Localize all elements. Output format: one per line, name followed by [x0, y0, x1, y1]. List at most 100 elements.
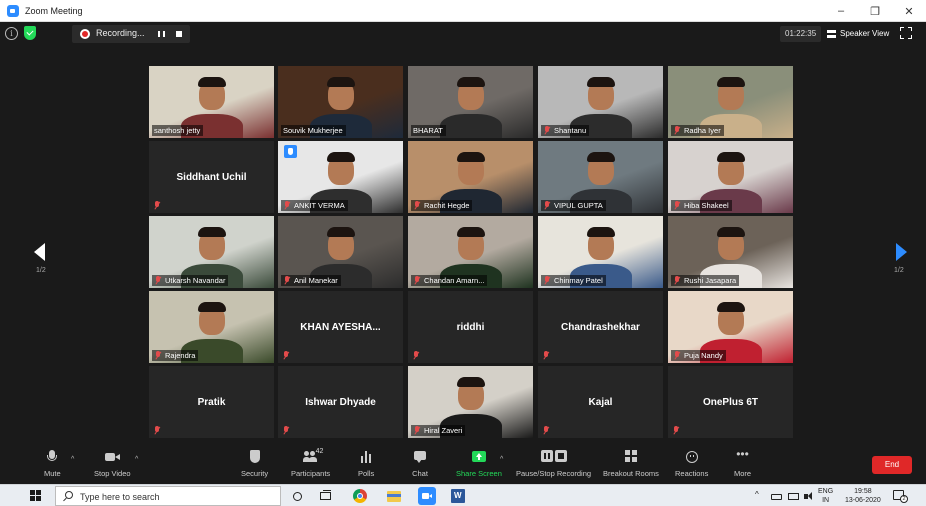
participant-tile[interactable]: santhosh jetty — [149, 66, 274, 138]
participant-tile[interactable]: Radha Iyer — [668, 66, 793, 138]
muted-mic-icon — [673, 276, 681, 285]
participants-label: Participants — [291, 469, 331, 478]
participant-tile[interactable]: Kajal — [538, 366, 663, 438]
pause-stop-recording-button[interactable]: Pause/Stop Recording — [516, 450, 591, 482]
file-explorer-icon[interactable] — [386, 488, 402, 504]
participants-button[interactable]: 42 Participants — [291, 448, 331, 482]
muted-mic-icon — [412, 351, 420, 360]
mute-button[interactable]: Mute — [44, 450, 61, 482]
maximize-button[interactable]: ❐ — [858, 0, 892, 22]
chrome-icon[interactable] — [352, 488, 368, 504]
task-view-icon[interactable] — [318, 488, 334, 504]
participant-tile[interactable]: Siddhant Uchil — [149, 141, 274, 213]
participant-hair — [326, 152, 355, 162]
participant-tile[interactable]: Rachit Hegde — [408, 141, 533, 213]
security-button[interactable]: Security — [241, 450, 268, 482]
participant-tile[interactable]: Ishwar Dhyade — [278, 366, 403, 438]
more-button[interactable]: ••• More — [734, 448, 752, 482]
pause-recording-icon[interactable] — [158, 31, 165, 37]
breakout-rooms-button[interactable]: Breakout Rooms — [603, 450, 659, 482]
info-icon[interactable]: i — [5, 27, 18, 40]
participant-name-tag: Rachit Hegde — [411, 200, 473, 211]
muted-mic-icon — [543, 276, 551, 285]
participant-tile[interactable]: Rajendra — [149, 291, 274, 363]
participant-tile[interactable]: Chandrashekhar — [538, 291, 663, 363]
participant-hair — [456, 377, 485, 387]
stop-video-button[interactable]: Stop Video — [94, 450, 131, 482]
page-indicator-right: 1/2 — [894, 267, 904, 274]
reactions-button[interactable]: Reactions — [675, 450, 708, 482]
more-label: More — [734, 469, 752, 478]
close-button[interactable]: ✕ — [892, 0, 926, 22]
participant-tile[interactable]: Anil Manekar — [278, 216, 403, 288]
word-icon[interactable]: W — [450, 488, 466, 504]
participant-name-tag: Rushi Jasapara — [671, 275, 740, 286]
participant-tile[interactable]: Chandan Amarn... — [408, 216, 533, 288]
muted-mic-icon — [413, 426, 421, 435]
title-bar: Zoom Meeting – ❐ ✕ — [0, 0, 926, 22]
participant-tile[interactable]: Hiral Zaveri — [408, 366, 533, 438]
participant-tile[interactable]: Rushi Jasapara — [668, 216, 793, 288]
mute-label: Mute — [44, 469, 61, 478]
cortana-circle-icon[interactable] — [290, 488, 306, 504]
audio-options-caret-icon[interactable]: ^ — [71, 456, 74, 463]
participant-tile[interactable]: BHARAT — [408, 66, 533, 138]
reactions-label: Reactions — [675, 469, 709, 478]
participant-tile[interactable]: Puja Nandy — [668, 291, 793, 363]
window-controls: – ❐ ✕ — [824, 0, 926, 22]
windows-start-icon[interactable] — [30, 490, 42, 502]
participant-tile[interactable]: Utkarsh Navandar — [149, 216, 274, 288]
participant-name: Chandan Amarn... — [424, 276, 485, 285]
previous-page-arrow-icon[interactable] — [34, 243, 45, 261]
raised-hand-icon — [284, 145, 297, 158]
polls-button[interactable]: Polls — [358, 450, 374, 482]
search-icon — [65, 491, 73, 499]
encryption-shield-icon[interactable] — [24, 26, 36, 40]
muted-mic-icon — [673, 201, 681, 210]
fullscreen-icon[interactable] — [900, 27, 912, 39]
battery-icon[interactable] — [786, 488, 802, 504]
minimize-button[interactable]: – — [824, 0, 858, 22]
participant-name: santhosh jetty — [154, 126, 201, 135]
gallery-view: 1/2 1/2 santhosh jetty Souvik Mukherjee BH… — [0, 46, 926, 442]
speaker-view-button[interactable]: Speaker View — [823, 25, 891, 43]
share-screen-button[interactable]: Share Screen — [456, 450, 502, 482]
participant-tile[interactable]: Chinmay Patel — [538, 216, 663, 288]
pause-stop-recording-icon — [539, 450, 569, 464]
participant-hair — [586, 77, 615, 87]
recording-indicator: Recording... — [72, 25, 190, 43]
participant-tile[interactable]: OnePlus 6T — [668, 366, 793, 438]
taskbar-search-box[interactable] — [55, 486, 281, 506]
participant-tile[interactable]: riddhi — [408, 291, 533, 363]
share-screen-icon — [471, 450, 487, 464]
volume-icon[interactable] — [802, 488, 818, 504]
network-icon[interactable] — [769, 488, 785, 504]
participant-name: Kajal — [588, 396, 613, 408]
participant-hair — [456, 227, 485, 237]
participant-name: Pratik — [197, 396, 226, 408]
stop-recording-icon[interactable] — [176, 31, 182, 37]
participant-name: Puja Nandy — [684, 351, 723, 360]
participant-name-tag: Puja Nandy — [671, 350, 726, 361]
taskbar-search-input[interactable] — [80, 490, 275, 503]
chat-button[interactable]: Chat — [412, 450, 428, 482]
system-clock[interactable]: 19:58 13-06-2020 — [845, 487, 881, 505]
participant-tile[interactable]: Hiba Shakeel — [668, 141, 793, 213]
recording-label: Recording... — [96, 28, 145, 38]
participant-tile[interactable]: ANKIT VERMA — [278, 141, 403, 213]
participant-tile[interactable]: Souvik Mukherjee — [278, 66, 403, 138]
video-options-caret-icon[interactable]: ^ — [135, 456, 138, 463]
participant-tile[interactable]: KHAN AYESHA... — [278, 291, 403, 363]
participant-tile[interactable]: Shantanu — [538, 66, 663, 138]
participant-tile[interactable]: VIPUL GUPTA — [538, 141, 663, 213]
pause-stop-recording-label: Pause/Stop Recording — [516, 469, 592, 478]
end-meeting-button[interactable]: End — [872, 456, 912, 474]
chat-label: Chat — [412, 469, 428, 478]
participant-name-tag: Chandan Amarn... — [411, 275, 488, 286]
share-options-caret-icon[interactable]: ^ — [500, 456, 503, 463]
next-page-arrow-icon[interactable] — [896, 243, 907, 261]
input-language[interactable]: ENG IN — [818, 487, 833, 505]
participant-tile[interactable]: Pratik — [149, 366, 274, 438]
zoom-taskbar-icon[interactable] — [418, 487, 436, 505]
stop-video-label: Stop Video — [94, 469, 131, 478]
